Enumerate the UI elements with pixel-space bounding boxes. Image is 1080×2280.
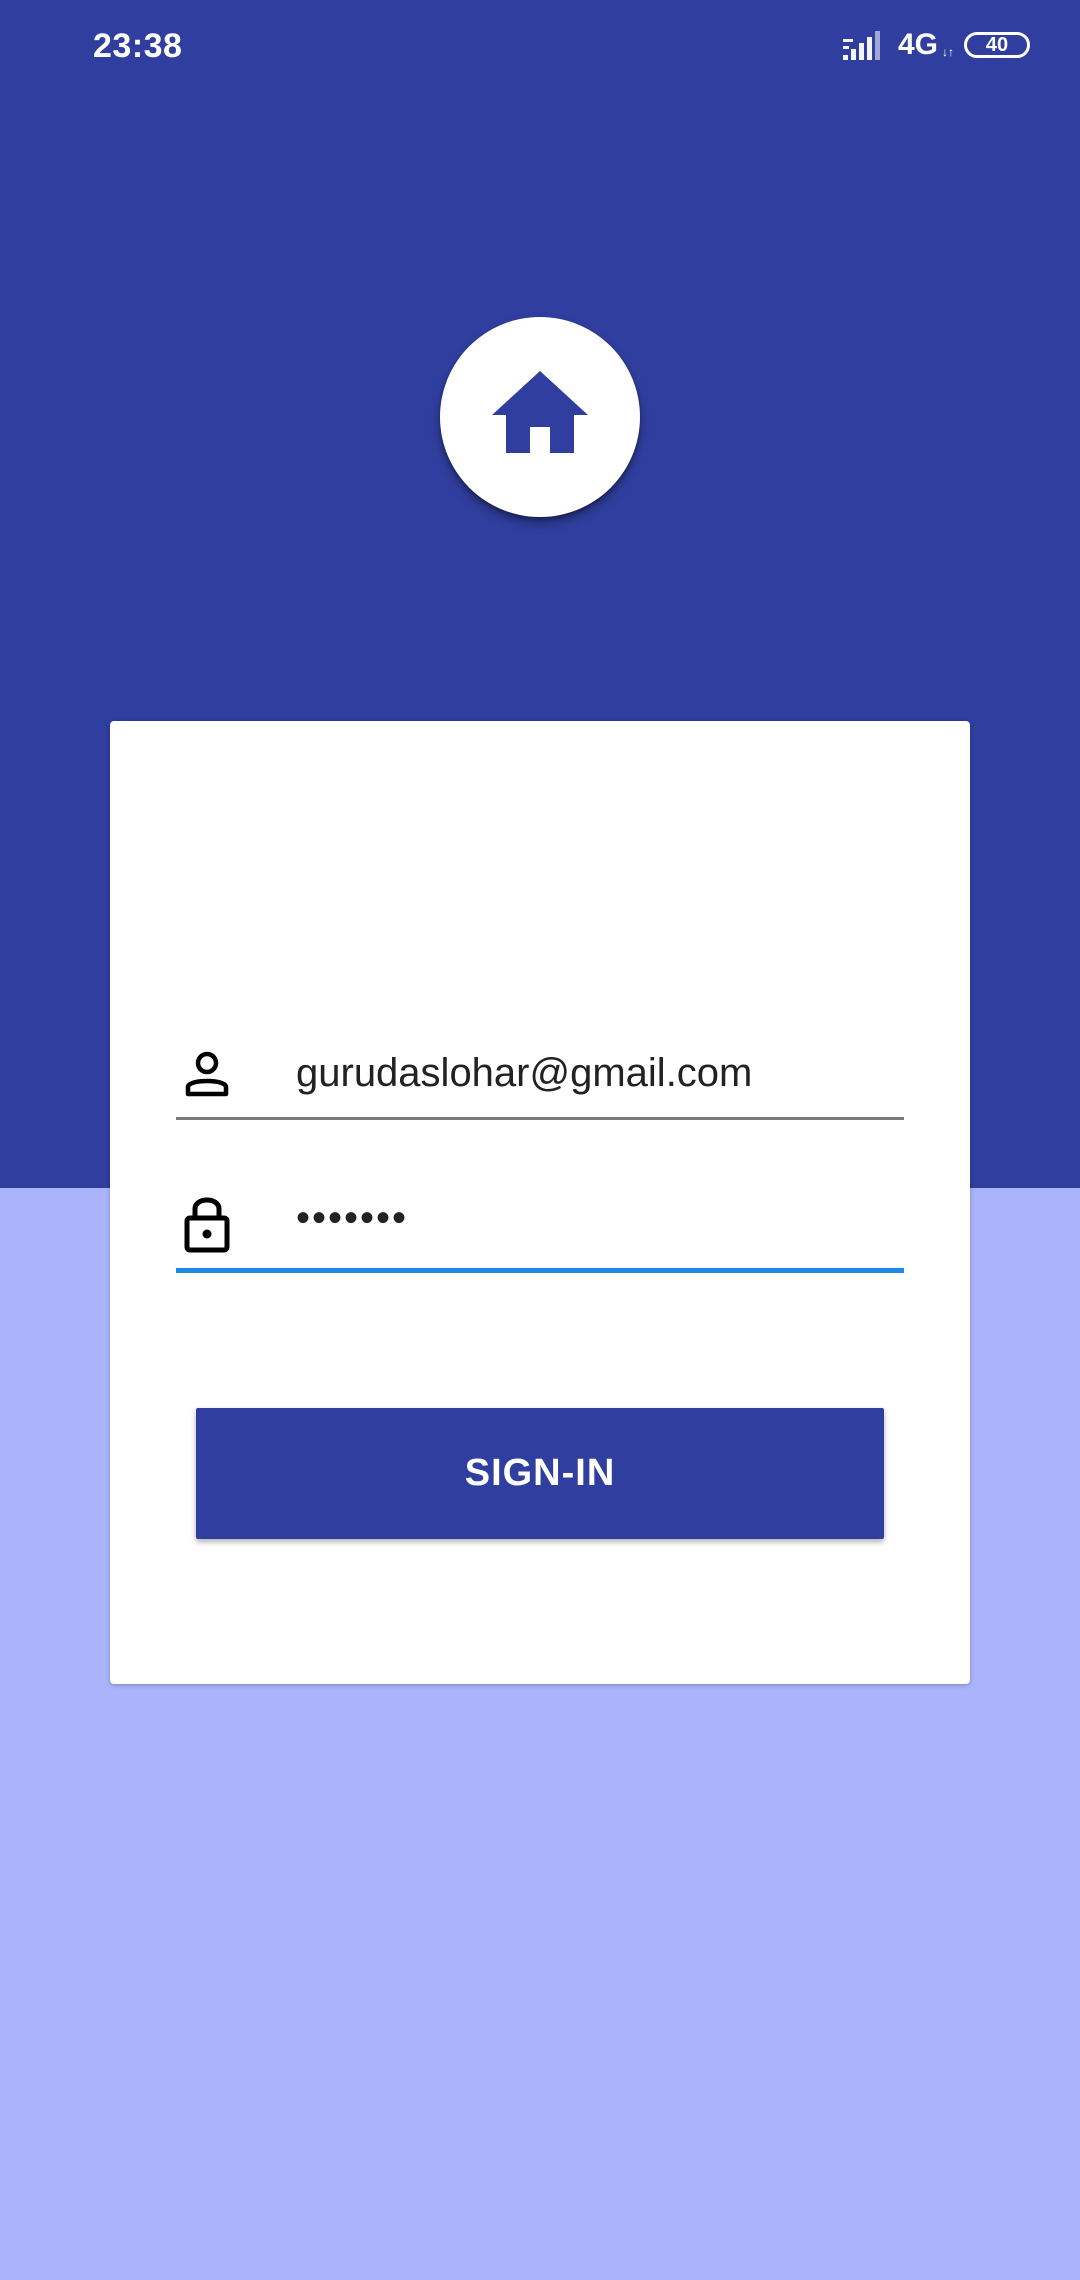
lock-icon <box>184 1194 230 1259</box>
sign-in-button[interactable]: SIGN-IN <box>196 1408 884 1539</box>
password-field[interactable] <box>176 1170 904 1273</box>
status-bar: 23:38 4G ↓↑ 40 <box>0 0 1080 96</box>
email-input[interactable] <box>296 1025 886 1121</box>
email-field[interactable] <box>176 1021 904 1121</box>
signal-icon <box>843 31 885 68</box>
network-type: 4G <box>898 28 939 61</box>
status-time: 23:38 <box>93 27 183 65</box>
app-logo <box>440 317 640 517</box>
password-input[interactable] <box>296 1170 886 1266</box>
login-card: SIGN-IN <box>110 721 970 1684</box>
battery-level: 40 <box>985 34 1009 56</box>
person-icon <box>184 1051 230 1102</box>
network-activity-icon: ↓↑ <box>942 45 954 59</box>
battery-icon: 40 <box>964 32 1030 58</box>
